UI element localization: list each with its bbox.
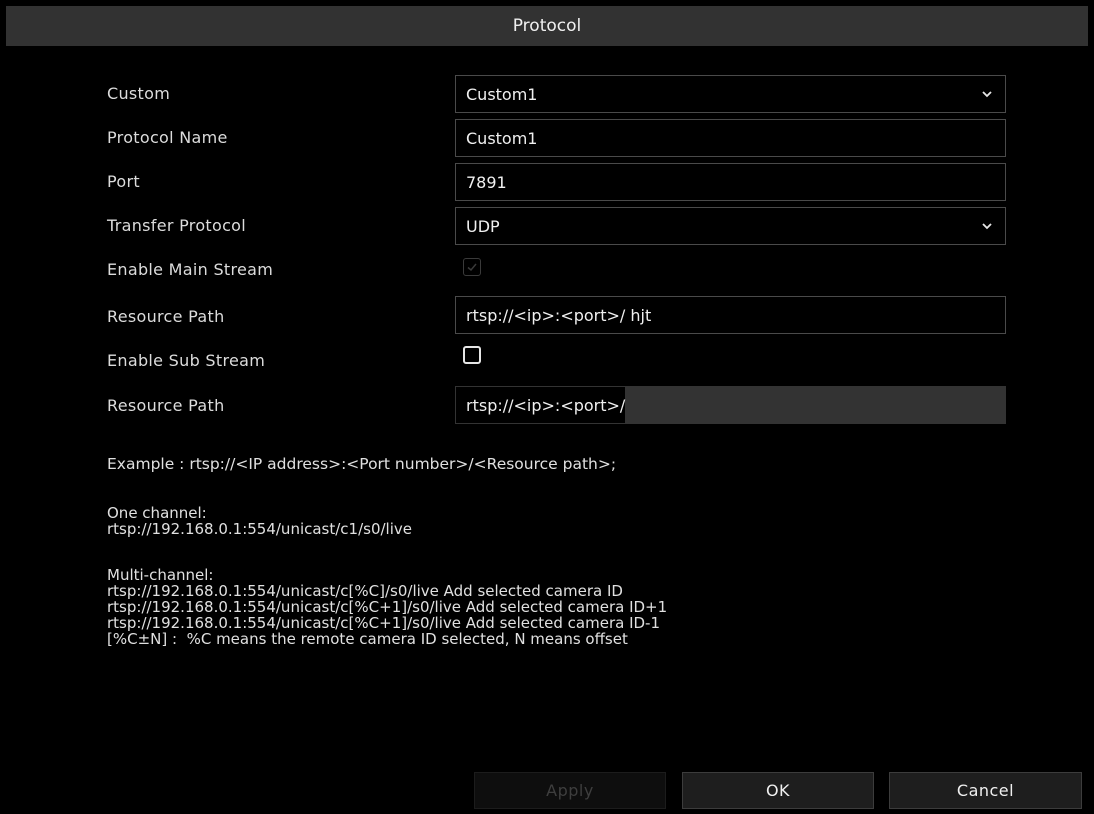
- enable-main-stream-checkbox: [463, 258, 481, 276]
- one-channel-title: One channel:: [107, 504, 207, 522]
- main-resource-path-value: rtsp://<ip>:<port>/ hjt: [466, 305, 652, 325]
- chevron-down-icon: [982, 91, 992, 98]
- protocol-name-input[interactable]: Custom1: [455, 119, 1006, 157]
- dialog-title: Protocol: [6, 6, 1088, 46]
- transfer-protocol-label: Transfer Protocol: [107, 216, 246, 235]
- main-resource-path-input[interactable]: rtsp://<ip>:<port>/ hjt: [455, 296, 1006, 334]
- protocol-name-value: Custom1: [466, 128, 538, 148]
- transfer-protocol-value: UDP: [466, 216, 500, 236]
- custom-select[interactable]: Custom1: [455, 75, 1006, 113]
- apply-button[interactable]: Apply: [474, 772, 666, 809]
- protocol-name-label: Protocol Name: [107, 128, 228, 147]
- sub-resource-path-input[interactable]: rtsp://<ip>:<port>/: [455, 386, 1006, 424]
- enable-sub-stream-label: Enable Sub Stream: [107, 351, 266, 370]
- transfer-protocol-select[interactable]: UDP: [455, 207, 1006, 245]
- port-value: 7891: [466, 172, 507, 192]
- cancel-button[interactable]: Cancel: [889, 772, 1082, 809]
- port-label: Port: [107, 172, 140, 191]
- example-text: Example : rtsp://<IP address>:<Port numb…: [107, 455, 617, 473]
- custom-select-value: Custom1: [466, 84, 538, 104]
- ok-button[interactable]: OK: [682, 772, 874, 809]
- port-input[interactable]: 7891: [455, 163, 1006, 201]
- multi-channel-line: rtsp://192.168.0.1:554/unicast/c[%C]/s0/…: [107, 582, 623, 600]
- sub-resource-path-label: Resource Path: [107, 396, 225, 415]
- one-channel-block: One channel: rtsp://192.168.0.1:554/unic…: [107, 505, 412, 537]
- one-channel-line: rtsp://192.168.0.1:554/unicast/c1/s0/liv…: [107, 520, 413, 538]
- main-resource-path-label: Resource Path: [107, 307, 225, 326]
- chevron-down-icon: [982, 223, 992, 230]
- multi-channel-title: Multi-channel:: [107, 566, 214, 584]
- enable-main-stream-label: Enable Main Stream: [107, 260, 274, 279]
- multi-channel-line: rtsp://192.168.0.1:554/unicast/c[%C+1]/s…: [107, 598, 668, 616]
- multi-channel-line: [%C±N] : %C means the remote camera ID s…: [107, 630, 628, 648]
- protocol-dialog: Protocol Custom Custom1 Protocol Name Cu…: [0, 0, 1094, 814]
- multi-channel-block: Multi-channel: rtsp://192.168.0.1:554/un…: [107, 567, 667, 647]
- enable-sub-stream-checkbox[interactable]: [463, 346, 481, 364]
- sub-resource-path-value: rtsp://<ip>:<port>/: [456, 387, 626, 423]
- multi-channel-line: rtsp://192.168.0.1:554/unicast/c[%C+1]/s…: [107, 614, 661, 632]
- checkmark-icon: [467, 263, 477, 272]
- custom-label: Custom: [107, 84, 171, 103]
